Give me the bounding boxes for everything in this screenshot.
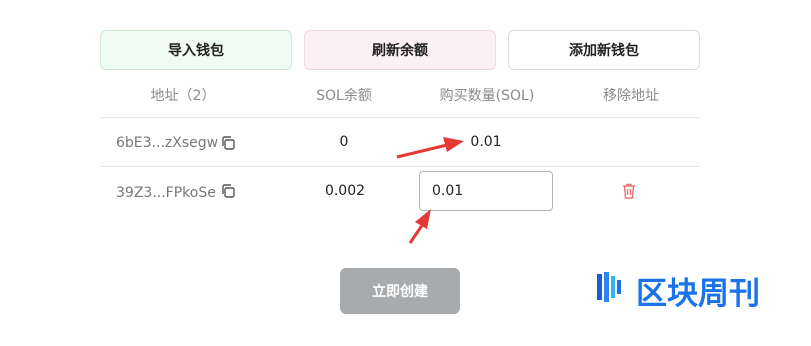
create-now-button[interactable]: 立即创建 xyxy=(340,268,460,314)
annotation-arrow-line xyxy=(396,143,448,159)
annotation-arrowhead xyxy=(443,137,464,152)
row-1-sol-balance: 0 xyxy=(339,134,349,150)
header-sol-balance: SOL余额 xyxy=(316,88,372,104)
import-wallet-button[interactable]: 导入钱包 xyxy=(100,30,292,70)
copy-icon[interactable] xyxy=(220,183,236,199)
annotation-arrow-line xyxy=(408,223,425,244)
row-divider xyxy=(100,117,700,118)
add-wallet-button[interactable]: 添加新钱包 xyxy=(508,30,700,70)
row-1-address: 6bE3...zXsegw xyxy=(116,135,219,151)
annotation-arrowhead xyxy=(415,209,431,229)
refresh-balance-button[interactable]: 刷新余额 xyxy=(304,30,496,70)
trash-icon[interactable] xyxy=(621,182,637,200)
row-2-buy-amount-input[interactable] xyxy=(419,171,553,211)
row-1-buy-amount[interactable]: 0.01 xyxy=(466,134,506,150)
watermark-text: 区块周刊 xyxy=(636,276,760,312)
page: 导入钱包 刷新余额 添加新钱包 地址（2） SOL余额 购买数量(SOL) 移除… xyxy=(0,0,811,346)
row-2-address: 39Z3...FPkoSe xyxy=(116,185,216,201)
header-address: 地址（2） xyxy=(150,88,216,104)
watermark-logo-icon xyxy=(597,272,621,302)
header-remove-address: 移除地址 xyxy=(603,88,659,104)
copy-icon[interactable] xyxy=(220,135,236,151)
row-2-sol-balance: 0.002 xyxy=(324,183,366,199)
row-divider xyxy=(100,166,700,167)
header-buy-amount: 购买数量(SOL) xyxy=(439,88,535,104)
